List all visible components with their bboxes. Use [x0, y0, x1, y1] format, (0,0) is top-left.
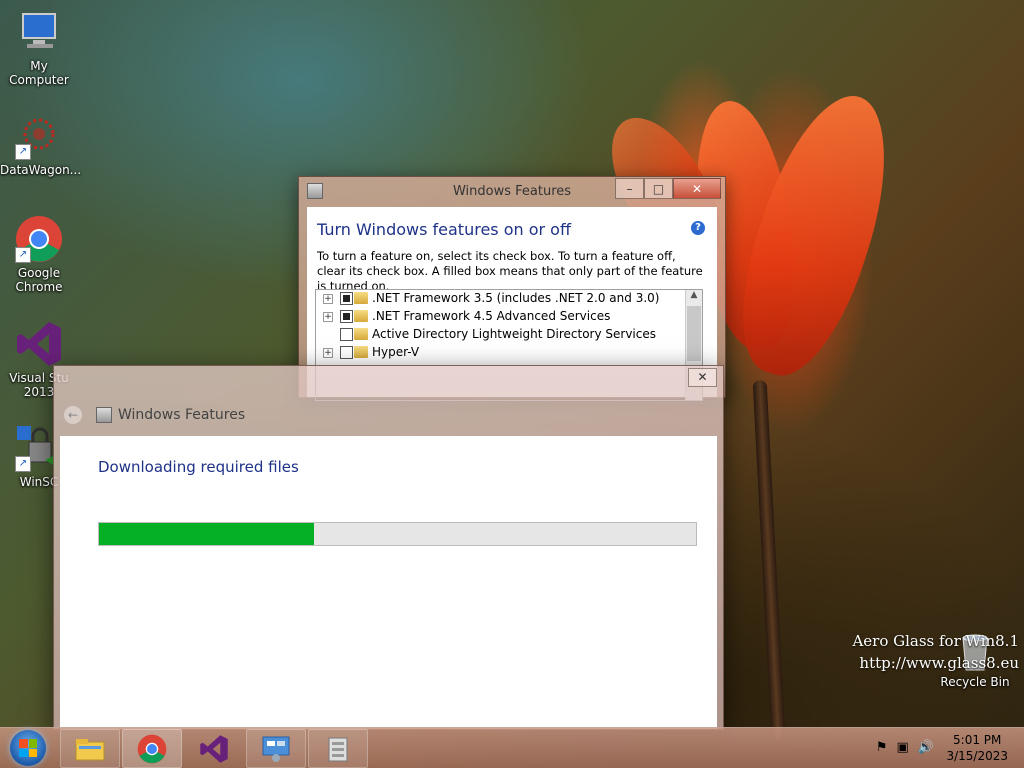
visual-studio-icon — [15, 320, 63, 368]
taskbar-chrome[interactable] — [122, 729, 182, 768]
desktop-icon-datawagon[interactable]: ↗ DataWagon... — [0, 112, 82, 177]
desktop-icon-label: Google Chrome — [15, 266, 63, 294]
taskbar-clock[interactable]: 5:01 PM 3/15/2023 — [946, 732, 1008, 764]
page-heading: Turn Windows features on or off — [317, 220, 571, 239]
dialog-close-button[interactable]: ✕ — [688, 368, 717, 387]
watermark-line1: Aero Glass for Win8.1 — [852, 632, 1019, 650]
download-dialog: ✕ ← Windows Features Downloading require… — [53, 365, 724, 730]
flag-icon[interactable]: ⚑ — [876, 740, 888, 755]
windows-logo-icon — [19, 739, 37, 757]
scroll-up-icon[interactable]: ▲ — [686, 290, 702, 304]
desktop-icon-my-computer[interactable]: My Computer — [0, 8, 78, 87]
feature-checkbox[interactable] — [340, 346, 353, 359]
volume-icon[interactable]: 🔊 — [918, 740, 934, 755]
chrome-icon — [137, 734, 167, 763]
clock-date: 3/15/2023 — [946, 749, 1008, 763]
system-tray: ⚑ ▣ 🔊 — [876, 740, 934, 755]
desktop-icon-label: DataWagon... — [0, 163, 82, 177]
watermark-line2: http://www.glass8.eu — [859, 654, 1019, 672]
status-message: Downloading required files — [98, 458, 299, 476]
back-arrow-icon[interactable]: ← — [64, 406, 82, 424]
feature-label: .NET Framework 3.5 (includes .NET 2.0 an… — [372, 291, 660, 305]
maximize-button[interactable]: □ — [644, 178, 673, 199]
shortcut-arrow-icon: ↗ — [15, 456, 31, 472]
taskbar-control-panel[interactable] — [246, 729, 306, 768]
start-button[interactable] — [10, 730, 46, 766]
window-titlebar[interactable]: Windows Features – □ ✕ — [299, 177, 725, 205]
close-button[interactable]: ✕ — [673, 178, 721, 199]
feature-row-adlds[interactable]: Active Directory Lightweight Directory S… — [316, 326, 702, 344]
expand-icon[interactable]: + — [323, 348, 333, 358]
wallpaper-tulip-stem — [752, 379, 786, 741]
expand-icon[interactable]: + — [323, 312, 333, 322]
feature-row-net35[interactable]: + .NET Framework 3.5 (includes .NET 2.0 … — [316, 290, 702, 308]
clock-time: 5:01 PM — [953, 733, 1002, 747]
desktop-icon-label: Recycle Bin — [940, 675, 1010, 689]
desktop-icon-google-chrome[interactable]: ↗ Google Chrome — [0, 215, 78, 294]
folder-icon — [354, 310, 368, 322]
feature-row-hyper-v[interactable]: + Hyper-V — [316, 344, 702, 362]
windows-features-icon — [328, 737, 348, 761]
feature-row-net45[interactable]: + .NET Framework 4.5 Advanced Services — [316, 308, 702, 326]
taskbar: ⚑ ▣ 🔊 5:01 PM 3/15/2023 — [0, 727, 1024, 768]
feature-label: Hyper-V — [372, 345, 420, 359]
network-icon[interactable]: ▣ — [897, 740, 909, 755]
expand-icon[interactable]: + — [323, 294, 333, 304]
feature-checkbox[interactable] — [340, 292, 353, 305]
shortcut-arrow-icon: ↗ — [15, 247, 31, 263]
taskbar-visual-studio[interactable] — [184, 729, 244, 768]
scroll-thumb[interactable] — [687, 306, 701, 361]
dialog-title: Windows Features — [118, 407, 246, 423]
download-progress-bar — [98, 522, 697, 546]
windows-features-icon — [96, 407, 112, 423]
help-icon[interactable]: ? — [691, 221, 705, 235]
folder-icon — [354, 292, 368, 304]
feature-checkbox[interactable] — [340, 328, 353, 341]
minimize-button[interactable]: – — [615, 178, 644, 199]
shortcut-arrow-icon: ↗ — [15, 144, 31, 160]
chrome-icon: ↗ — [15, 215, 63, 263]
aero-glass-watermark: Aero Glass for Win8.1 http://www.glass8.… — [852, 630, 1019, 674]
desktop-icon-label: My Computer — [9, 59, 69, 87]
progress-fill — [99, 523, 314, 545]
folder-icon — [354, 328, 368, 340]
folder-icon — [354, 346, 368, 358]
control-panel-icon — [262, 736, 290, 762]
dialog-body: Downloading required files — [60, 436, 717, 729]
feature-checkbox[interactable] — [340, 310, 353, 323]
taskbar-windows-features[interactable] — [308, 729, 368, 768]
datawagon-icon: ↗ — [15, 112, 63, 160]
visual-studio-icon — [200, 734, 228, 763]
computer-icon — [15, 8, 63, 56]
taskbar-file-explorer[interactable] — [60, 729, 120, 768]
file-explorer-icon — [75, 738, 105, 760]
feature-label: .NET Framework 4.5 Advanced Services — [372, 309, 611, 323]
feature-label: Active Directory Lightweight Directory S… — [372, 327, 656, 341]
instructions-text: To turn a feature on, select its check b… — [317, 249, 703, 293]
